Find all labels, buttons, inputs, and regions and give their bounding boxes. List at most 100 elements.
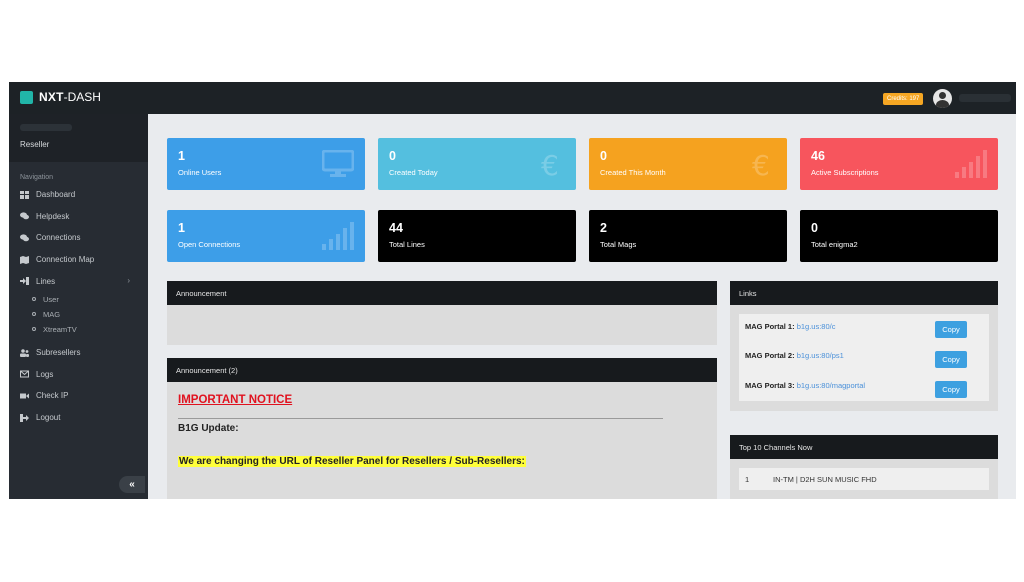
- stat-value: 1: [178, 149, 185, 163]
- stat-value: 0: [389, 149, 396, 163]
- sidebar-subitem-label: User: [43, 294, 59, 304]
- sidebar-item-label: Helpdesk: [36, 211, 70, 221]
- stat-online-users[interactable]: 1 Online Users: [167, 138, 365, 190]
- stat-open-connections[interactable]: 1 Open Connections: [167, 210, 365, 262]
- signal-icon: [322, 222, 354, 250]
- stat-label: Total enigma2: [811, 240, 858, 249]
- sidebar-item-connections[interactable]: Connections: [9, 227, 148, 249]
- sidebar-item-label: Logout: [36, 413, 61, 423]
- link-row: MAG Portal 2: b1g.us:80/ps1: [745, 351, 844, 360]
- user-avatar-icon[interactable]: [933, 89, 952, 108]
- user-name-redacted[interactable]: [959, 94, 1011, 102]
- sidebar-item-lines[interactable]: Lines ›: [9, 270, 148, 292]
- sidebar-subitem-label: MAG: [43, 309, 61, 319]
- divider: [178, 418, 663, 419]
- stat-value: 0: [600, 149, 607, 163]
- announcement2-body: IMPORTANT NOTICE B1G Update: We are chan…: [167, 382, 717, 499]
- link-url[interactable]: b1g.us:80/c: [797, 322, 836, 331]
- stat-created-today[interactable]: 0 Created Today €: [378, 138, 576, 190]
- highlighted-notice: We are changing the URL of Reseller Pane…: [178, 456, 526, 467]
- chat-icon: [20, 234, 29, 242]
- announcement-header: Announcement: [167, 281, 717, 305]
- sidebar-user-panel: Reseller: [9, 114, 148, 162]
- sidebar-item-label: Check IP: [36, 391, 69, 401]
- app-window: NXT-DASH Credits: 197 Reseller Navigatio…: [9, 82, 1016, 499]
- signal-icon: [955, 150, 987, 178]
- sidebar-collapse-button[interactable]: «: [119, 476, 145, 493]
- circle-icon: [32, 297, 36, 302]
- users-icon: [20, 348, 29, 357]
- sidebar-item-dashboard[interactable]: Dashboard: [9, 184, 148, 206]
- link-url[interactable]: b1g.us:80/ps1: [797, 351, 844, 360]
- stat-value: 2: [600, 221, 607, 235]
- stat-created-this-month[interactable]: 0 Created This Month €: [589, 138, 787, 190]
- copy-button[interactable]: Copy: [935, 351, 967, 368]
- channel-row: 1 IN-TM | D2H SUN MUSIC FHD: [739, 468, 989, 490]
- monitor-icon: [322, 150, 354, 177]
- link-url[interactable]: b1g.us:80/magportal: [797, 381, 865, 390]
- sidebar-item-connection-map[interactable]: Connection Map: [9, 249, 148, 271]
- brand-name-bold: NXT: [39, 90, 64, 104]
- stat-label: Created This Month: [600, 168, 666, 177]
- sidebar-subitem-mag[interactable]: MAG: [9, 307, 148, 322]
- sidebar: Reseller Navigation Dashboard Helpdesk C…: [9, 114, 148, 499]
- sidebar-item-label: Lines: [36, 276, 56, 286]
- stat-label: Online Users: [178, 168, 222, 177]
- sidebar-item-check-ip[interactable]: Check IP: [9, 385, 148, 407]
- link-label: MAG Portal 2:: [745, 351, 795, 360]
- stat-label: Total Mags: [600, 240, 637, 249]
- sidebar-item-helpdesk[interactable]: Helpdesk: [9, 206, 148, 228]
- sidebar-subitem-user[interactable]: User: [9, 292, 148, 307]
- circle-icon: [32, 327, 36, 332]
- top-channels-header: Top 10 Channels Now: [730, 435, 998, 459]
- login-icon: [20, 277, 29, 286]
- sidebar-item-label: Logs: [36, 369, 54, 379]
- sidebar-item-label: Subresellers: [36, 348, 81, 358]
- chevron-right-icon: ›: [127, 276, 130, 286]
- circle-icon: [32, 312, 36, 317]
- chat-icon: [20, 212, 29, 220]
- stat-total-lines[interactable]: 44 Total Lines: [378, 210, 576, 262]
- stat-total-enigma2[interactable]: 0 Total enigma2: [800, 210, 998, 262]
- link-row: MAG Portal 1: b1g.us:80/c: [745, 322, 835, 331]
- euro-icon: €: [541, 150, 559, 178]
- announcement-body: [167, 305, 717, 345]
- link-label: MAG Portal 3:: [745, 381, 795, 390]
- euro-icon: €: [752, 150, 770, 178]
- stat-label: Total Lines: [389, 240, 425, 249]
- sidebar-subitem-label: XtreamTV: [43, 324, 77, 334]
- top-bar: NXT-DASH Credits: 197: [9, 82, 1016, 114]
- link-row: MAG Portal 3: b1g.us:80/magportal: [745, 381, 865, 390]
- stat-value: 46: [811, 149, 825, 163]
- nav-section-title: Navigation: [20, 174, 54, 181]
- video-icon: [20, 392, 29, 400]
- copy-button[interactable]: Copy: [935, 381, 967, 398]
- channel-name: IN-TM | D2H SUN MUSIC FHD: [773, 475, 877, 484]
- stat-active-subscriptions[interactable]: 46 Active Subscriptions: [800, 138, 998, 190]
- sidebar-item-subresellers[interactable]: Subresellers: [9, 342, 148, 364]
- sidebar-subitem-xtreamtv[interactable]: XtreamTV: [9, 322, 148, 337]
- stat-label: Open Connections: [178, 240, 241, 249]
- channel-rank: 1: [745, 475, 750, 484]
- stat-value: 1: [178, 221, 185, 235]
- svg-text:€: €: [752, 150, 770, 178]
- sidebar-item-logout[interactable]: Logout: [9, 407, 148, 429]
- sidebar-item-logs[interactable]: Logs: [9, 364, 148, 386]
- sidebar-role: Reseller: [20, 140, 50, 149]
- brand-icon: [20, 90, 33, 104]
- important-notice-heading: IMPORTANT NOTICE: [178, 394, 293, 406]
- links-header: Links: [730, 281, 998, 305]
- sidebar-item-label: Connection Map: [36, 255, 95, 265]
- stat-total-mags[interactable]: 2 Total Mags: [589, 210, 787, 262]
- stat-label: Active Subscriptions: [811, 168, 879, 177]
- logout-icon: [20, 413, 29, 422]
- top-channels-body: 1 IN-TM | D2H SUN MUSIC FHD: [730, 459, 998, 499]
- brand-logo[interactable]: NXT-DASH: [20, 90, 101, 104]
- svg-text:€: €: [541, 150, 559, 178]
- update-heading: B1G Update:: [178, 423, 239, 434]
- links-list: MAG Portal 1: b1g.us:80/c Copy MAG Porta…: [739, 314, 989, 401]
- stat-label: Created Today: [389, 168, 438, 177]
- sidebar-username-redacted: [20, 124, 72, 131]
- stat-value: 0: [811, 221, 818, 235]
- copy-button[interactable]: Copy: [935, 321, 967, 338]
